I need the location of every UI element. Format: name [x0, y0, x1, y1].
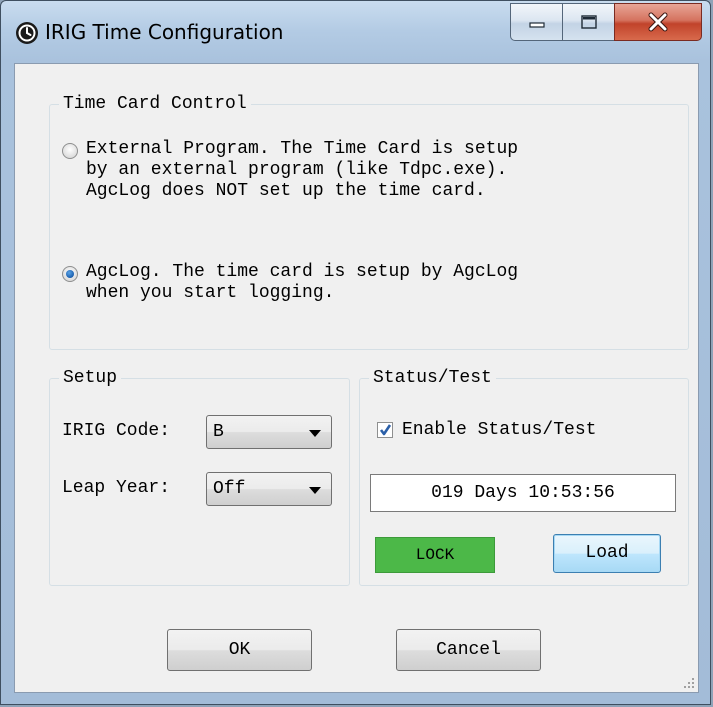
chevron-down-icon [309, 487, 321, 494]
status-test-group: Status/Test Enable Status/Test 019 Days … [359, 368, 689, 586]
status-test-legend: Status/Test [369, 368, 496, 388]
leap-year-label: Leap Year: [62, 478, 171, 498]
close-button[interactable] [614, 3, 702, 41]
minimize-button[interactable] [510, 3, 562, 41]
load-button[interactable]: Load [553, 534, 661, 573]
maximize-icon [580, 15, 597, 29]
time-card-control-group: Time Card Control External Program. The … [49, 94, 689, 350]
enable-status-test-label[interactable]: Enable Status/Test [402, 420, 596, 440]
dialog-client-area: Time Card Control External Program. The … [14, 63, 699, 693]
time-display-field[interactable]: 019 Days 10:53:56 [370, 474, 676, 512]
chevron-down-icon [309, 430, 321, 437]
agclog-option[interactable]: AgcLog. The time card is setup by AgcLog… [62, 262, 518, 304]
irig-code-select[interactable]: B [206, 415, 332, 449]
dialog-window: IRIG Time Configuration Time Card Contro… [0, 0, 711, 705]
setup-group: Setup IRIG Code: B Leap Year: Off [49, 368, 350, 586]
caption-buttons [510, 3, 702, 41]
external-program-radio[interactable] [62, 143, 78, 159]
title-bar[interactable]: IRIG Time Configuration [1, 1, 710, 63]
close-icon [648, 12, 668, 32]
agclog-label[interactable]: AgcLog. The time card is setup by AgcLog… [86, 262, 518, 304]
window-title: IRIG Time Configuration [45, 20, 284, 44]
irig-code-value: B [213, 422, 224, 442]
cancel-button[interactable]: Cancel [396, 629, 541, 671]
agclog-radio[interactable] [62, 266, 78, 282]
maximize-button[interactable] [562, 3, 614, 41]
time-card-control-legend: Time Card Control [59, 94, 251, 114]
external-program-option[interactable]: External Program. The Time Card is setup… [62, 139, 518, 202]
external-program-label[interactable]: External Program. The Time Card is setup… [86, 139, 518, 202]
clock-icon [16, 22, 38, 44]
resize-grip-icon[interactable] [683, 677, 695, 689]
enable-status-test-checkbox[interactable] [377, 422, 393, 438]
lock-status-indicator: LOCK [375, 537, 495, 573]
checkmark-icon [379, 424, 392, 436]
irig-code-label: IRIG Code: [62, 421, 171, 441]
ok-button[interactable]: OK [167, 629, 312, 671]
setup-legend: Setup [59, 368, 122, 388]
leap-year-value: Off [213, 479, 246, 499]
minimize-icon [528, 22, 545, 28]
leap-year-select[interactable]: Off [206, 472, 332, 506]
